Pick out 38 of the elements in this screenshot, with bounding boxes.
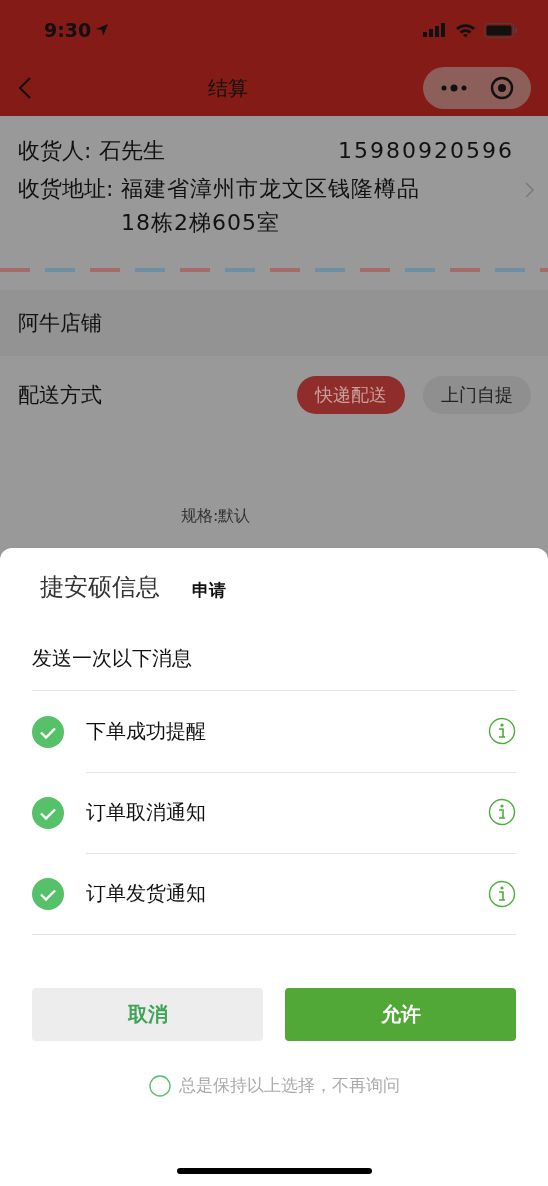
recipient-name: 石先生: [99, 137, 166, 165]
delivery-option[interactable]: 上门自提: [423, 376, 531, 414]
shop-name: 阿牛店铺: [18, 310, 102, 337]
back-icon[interactable]: [18, 76, 32, 100]
recipient-phone: 15980920596: [338, 138, 514, 163]
app-name: 捷安硕信息: [40, 572, 160, 603]
message-label: 订单发货通知: [86, 880, 206, 907]
checked-icon[interactable]: [32, 877, 64, 910]
page-title: 结算: [207, 74, 248, 102]
recipient-label: 收货人:: [18, 137, 92, 165]
wifi-icon: [455, 22, 476, 38]
close-icon[interactable]: [489, 76, 514, 100]
info-icon[interactable]: [488, 717, 516, 745]
more-icon[interactable]: [440, 84, 467, 92]
cancel-button[interactable]: 取消: [32, 988, 263, 1041]
radio-icon[interactable]: [148, 1074, 171, 1097]
status-time: 9:30: [44, 19, 110, 41]
delivery-label: 配送方式: [18, 382, 102, 409]
checked-icon[interactable]: [32, 796, 64, 829]
address-label: 收货地址:: [18, 175, 115, 203]
delivery-option[interactable]: 快递配送: [297, 376, 405, 414]
remember-label: 总是保持以上选择，不再询问: [178, 1074, 400, 1097]
info-icon[interactable]: [488, 879, 516, 908]
info-icon[interactable]: [488, 798, 516, 826]
spec-text: 规格:默认: [180, 506, 252, 527]
battery-icon: [484, 22, 518, 38]
location-icon: [95, 23, 110, 37]
address-line: 18栋2梯605室: [121, 209, 281, 237]
request-label: 申请: [192, 578, 226, 602]
signal-icon: [423, 23, 447, 37]
capsule-menu[interactable]: [423, 67, 531, 109]
chevron-icon[interactable]: [525, 182, 534, 198]
message-label: 下单成功提醒: [86, 717, 206, 745]
allow-button[interactable]: 允许: [285, 988, 516, 1041]
message-label: 订单取消通知: [86, 798, 206, 826]
checked-icon[interactable]: [32, 715, 64, 748]
sheet-heading: 发送一次以下消息: [32, 644, 192, 672]
address-line: 福建省漳州市龙文区钱隆樽品: [121, 175, 420, 203]
